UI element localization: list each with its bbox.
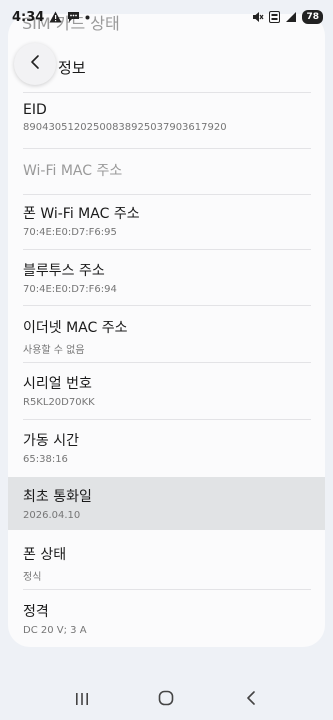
- divider: [23, 362, 311, 363]
- divider: [23, 305, 311, 306]
- back-icon: [245, 690, 257, 710]
- row-label: 폰 상태: [23, 547, 67, 563]
- row-label: 최초 통화일: [23, 489, 92, 505]
- mute-icon: [252, 11, 264, 23]
- row-value: 사용할 수 없음: [23, 345, 85, 356]
- message-icon: [67, 11, 80, 23]
- row-label: 폰 Wi-Fi MAC 주소: [23, 206, 140, 222]
- row-label: 가동 시간: [23, 433, 79, 449]
- row-label: 블루투스 주소: [23, 263, 105, 279]
- row-phone-status[interactable]: 폰 상태 정식: [8, 544, 325, 590]
- signal-icon: [285, 11, 297, 23]
- row-first-call-date[interactable]: 최초 통화일 2026.04.10: [8, 477, 325, 530]
- row-value: 정식: [23, 572, 42, 583]
- row-value: R5KL20D70KK: [23, 397, 95, 408]
- status-bar: 4:34 78: [0, 0, 333, 34]
- row-ethernet-mac[interactable]: 이더넷 MAC 주소 사용할 수 없음: [8, 317, 325, 363]
- row-phone-wifi-mac[interactable]: 폰 Wi-Fi MAC 주소 70:4E:E0:D7:F6:95: [8, 203, 325, 249]
- row-eid[interactable]: EID 89043051202500838925037903617920: [8, 102, 325, 148]
- divider: [23, 194, 311, 195]
- volte-icon: [269, 11, 281, 23]
- battery-icon: 78: [302, 10, 323, 24]
- row-value: DC 20 V; 3 A: [23, 625, 87, 636]
- row-label: 정격: [23, 604, 49, 620]
- dot-icon: [85, 15, 90, 20]
- row-value: 70:4E:E0:D7:F6:95: [23, 227, 117, 238]
- divider: [23, 419, 311, 420]
- home-button[interactable]: [146, 685, 186, 715]
- home-icon: [158, 690, 174, 710]
- row-value: 89043051202500838925037903617920: [23, 122, 227, 133]
- divider: [23, 249, 311, 250]
- row-serial-number[interactable]: 시리얼 번호 R5KL20D70KK: [8, 373, 325, 419]
- row-value: 2026.04.10: [23, 510, 81, 521]
- divider: [23, 92, 311, 93]
- chevron-left-icon: [28, 54, 42, 74]
- status-time: 4:34: [12, 9, 45, 25]
- row-label: Wi-Fi MAC 주소: [23, 163, 123, 179]
- row-label: 이더넷 MAC 주소: [23, 320, 128, 336]
- navigation-bar: [0, 680, 333, 720]
- settings-card: SIM 카드 상태 IMEI 정보 EID 890430512025008389…: [8, 14, 325, 647]
- nav-back-button[interactable]: [231, 685, 271, 715]
- row-uptime[interactable]: 가동 시간 65:38:16: [8, 430, 325, 476]
- row-value: 70:4E:E0:D7:F6:94: [23, 284, 117, 295]
- recents-icon: [75, 691, 89, 710]
- row-label: EID: [23, 102, 47, 118]
- warning-icon: [49, 11, 62, 23]
- row-label: 시리얼 번호: [23, 376, 92, 392]
- row-value: 65:38:16: [23, 454, 68, 465]
- row-bluetooth-address[interactable]: 블루투스 주소 70:4E:E0:D7:F6:94: [8, 260, 325, 306]
- divider: [23, 589, 311, 590]
- row-rating[interactable]: 정격 DC 20 V; 3 A: [8, 601, 325, 647]
- back-button[interactable]: [14, 43, 56, 85]
- divider: [23, 148, 311, 149]
- recents-button[interactable]: [62, 685, 102, 715]
